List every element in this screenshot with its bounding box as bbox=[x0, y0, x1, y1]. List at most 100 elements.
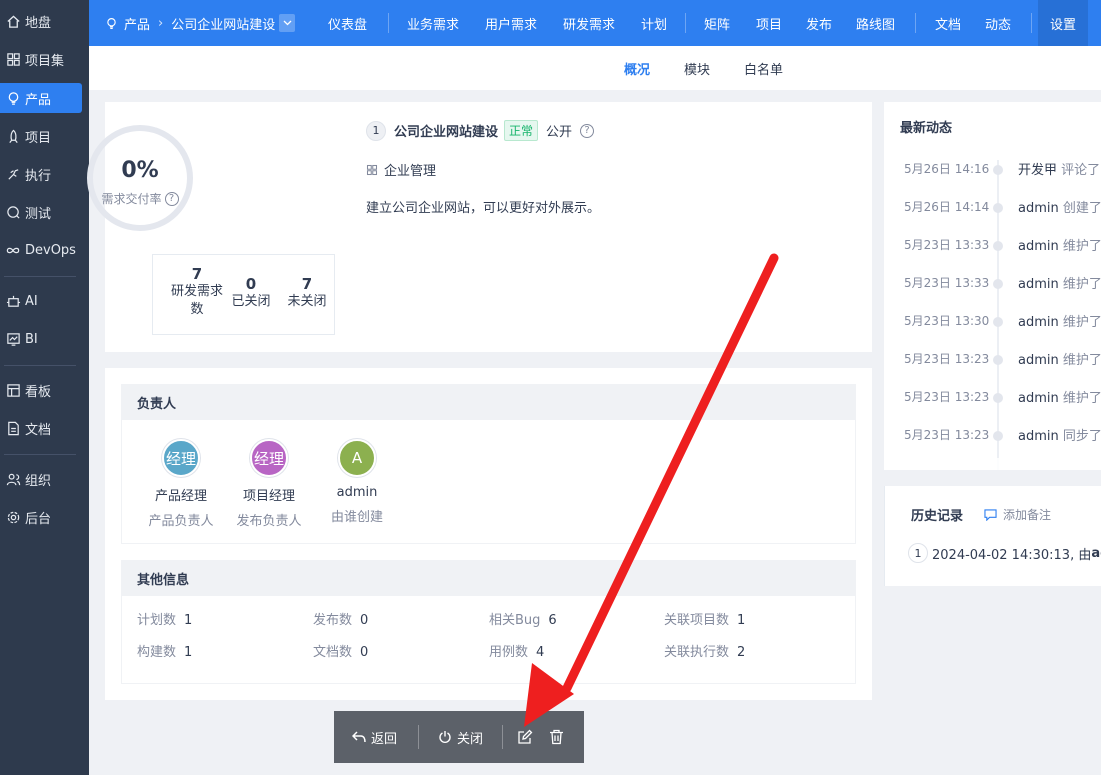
nav-divider bbox=[915, 13, 916, 33]
dynamics-user: 开发甲 bbox=[1018, 162, 1058, 178]
sidebar-item-programs[interactable]: 项目集 bbox=[0, 44, 82, 74]
info-value[interactable]: 0 bbox=[360, 645, 368, 660]
stat-total-label: 研发需求数 bbox=[170, 284, 223, 317]
nav-dev-requirements[interactable]: 研发需求 bbox=[563, 0, 615, 46]
acl-label: 公开 bbox=[546, 125, 573, 140]
grid-icon bbox=[366, 164, 378, 176]
nav-divider bbox=[388, 13, 389, 33]
history-index: 1 bbox=[908, 543, 928, 563]
doc-icon bbox=[5, 420, 21, 436]
dynamics-time: 5月23日 13:30 bbox=[904, 313, 990, 328]
info-value[interactable]: 2 bbox=[737, 645, 745, 660]
stat-closed-label: 已关闭 bbox=[231, 294, 271, 309]
info-value[interactable]: 0 bbox=[360, 613, 368, 628]
avatar[interactable]: A bbox=[338, 439, 376, 477]
sidebar-item-product[interactable]: 产品 bbox=[0, 83, 82, 113]
timeline-dot bbox=[993, 165, 1003, 175]
avatar[interactable]: 经理 bbox=[250, 439, 288, 477]
dynamics-user: admin bbox=[1018, 428, 1059, 444]
back-button[interactable]: 返回 bbox=[352, 728, 397, 747]
run-icon bbox=[5, 166, 21, 182]
breadcrumb-root[interactable]: 产品 bbox=[124, 14, 150, 33]
timeline-dot bbox=[993, 279, 1003, 289]
nav-plan[interactable]: 计划 bbox=[641, 0, 667, 46]
close-product-button[interactable]: 关闭 bbox=[438, 728, 483, 747]
info-value[interactable]: 4 bbox=[536, 645, 544, 660]
dynamics-fade bbox=[884, 458, 1101, 470]
help-icon[interactable]: ? bbox=[164, 191, 179, 206]
sidebar-item-test[interactable]: 测试 bbox=[0, 197, 82, 227]
nav-divider bbox=[1031, 13, 1032, 33]
dynamics-time: 5月23日 13:23 bbox=[904, 351, 990, 366]
stat-closed: 0 已关闭 bbox=[229, 275, 273, 311]
breadcrumb-product[interactable]: 公司企业网站建设 bbox=[171, 14, 275, 33]
info-plan-count: 计划数 1 bbox=[137, 609, 192, 628]
sidebar-item-label: 产品 bbox=[25, 92, 52, 108]
lightbulb-icon bbox=[5, 90, 21, 106]
sidebar-item-project[interactable]: 项目 bbox=[0, 121, 82, 151]
info-value[interactable]: 1 bbox=[184, 645, 192, 660]
info-value[interactable]: 6 bbox=[548, 613, 556, 628]
nav-user-requirements[interactable]: 用户需求 bbox=[485, 0, 537, 46]
dynamics-user: admin bbox=[1018, 390, 1059, 406]
nav-doc[interactable]: 文档 bbox=[935, 0, 961, 46]
nav-release[interactable]: 发布 bbox=[806, 0, 832, 46]
owner-role: 由谁创建 bbox=[330, 510, 383, 525]
timeline-dot bbox=[993, 317, 1003, 327]
sidebar-item-bi[interactable]: BI bbox=[0, 324, 82, 354]
dynamics-action: 同步了 bbox=[1062, 428, 1101, 444]
tab-whitelist[interactable]: 白名单 bbox=[744, 46, 783, 90]
product-heading: 1 公司企业网站建设 正常 公开 ? bbox=[366, 120, 595, 141]
dynamics-text: admin 维护了 bbox=[1018, 235, 1101, 254]
chart-icon bbox=[5, 331, 21, 347]
dynamics-action: 创建了 bbox=[1062, 200, 1101, 216]
dynamics-text: admin 同步了 bbox=[1018, 425, 1101, 444]
left-sidebar: 地盘 项目集 产品 项目 执行 测试 DevOps AI BI 看板 文档 组织… bbox=[0, 0, 89, 775]
sidebar-divider bbox=[4, 454, 76, 455]
nav-dashboard[interactable]: 仪表盘 bbox=[328, 0, 367, 46]
owner-product-manager: 经理 产品经理 产品负责人 bbox=[131, 439, 231, 529]
edit-button[interactable] bbox=[517, 729, 533, 745]
help-icon[interactable]: ? bbox=[580, 123, 595, 138]
nav-roadmap[interactable]: 路线图 bbox=[856, 0, 895, 46]
product-switcher-button[interactable] bbox=[279, 14, 296, 32]
trash-icon bbox=[549, 729, 564, 745]
sidebar-divider bbox=[4, 365, 76, 366]
info-value[interactable]: 1 bbox=[737, 613, 745, 628]
sidebar-item-ai[interactable]: AI bbox=[0, 286, 82, 316]
dynamics-text: admin 维护了 bbox=[1018, 273, 1101, 292]
stat-total-num: 7 bbox=[191, 265, 203, 283]
back-arrow-icon bbox=[352, 731, 366, 743]
nav-activity[interactable]: 动态 bbox=[985, 0, 1011, 46]
info-build-count: 构建数 1 bbox=[137, 641, 192, 660]
dynamics-title: 最新动态 bbox=[900, 121, 953, 136]
nav-projects[interactable]: 项目 bbox=[756, 0, 782, 46]
sidebar-item-org[interactable]: 组织 bbox=[0, 464, 82, 494]
info-value[interactable]: 1 bbox=[184, 613, 192, 628]
stat-open-label: 未关闭 bbox=[287, 294, 327, 309]
program-name[interactable]: 企业管理 bbox=[384, 160, 436, 179]
sidebar-item-admin[interactable]: 后台 bbox=[0, 502, 82, 532]
info-label: 文档数 bbox=[313, 645, 353, 660]
infinity-icon bbox=[5, 242, 21, 258]
power-icon bbox=[438, 730, 452, 744]
sidebar-item-execution[interactable]: 执行 bbox=[0, 159, 82, 189]
history-title: 历史记录 bbox=[911, 509, 964, 524]
dynamics-time: 5月26日 14:14 bbox=[904, 199, 990, 214]
nav-matrix[interactable]: 矩阵 bbox=[704, 0, 730, 46]
sidebar-item-kanban[interactable]: 看板 bbox=[0, 375, 82, 405]
nav-business-requirements[interactable]: 业务需求 bbox=[407, 0, 459, 46]
history-entry: 1 2024-04-02 14:30:13, 由 adm bbox=[908, 543, 1101, 563]
nav-settings[interactable]: 设置 bbox=[1038, 0, 1088, 46]
tab-modules[interactable]: 模块 bbox=[684, 46, 710, 90]
sidebar-item-devops[interactable]: DevOps bbox=[0, 235, 82, 265]
avatar[interactable]: 经理 bbox=[162, 439, 200, 477]
owner-name: admin bbox=[336, 485, 378, 500]
sidebar-item-home[interactable]: 地盘 bbox=[0, 6, 82, 36]
info-label: 关联项目数 bbox=[664, 613, 730, 628]
delete-button[interactable] bbox=[549, 729, 564, 745]
owner-name: 产品经理 bbox=[154, 489, 207, 504]
sidebar-item-doc[interactable]: 文档 bbox=[0, 413, 82, 443]
add-note-button[interactable]: 添加备注 bbox=[984, 506, 1051, 523]
tab-overview[interactable]: 概况 bbox=[624, 46, 650, 90]
